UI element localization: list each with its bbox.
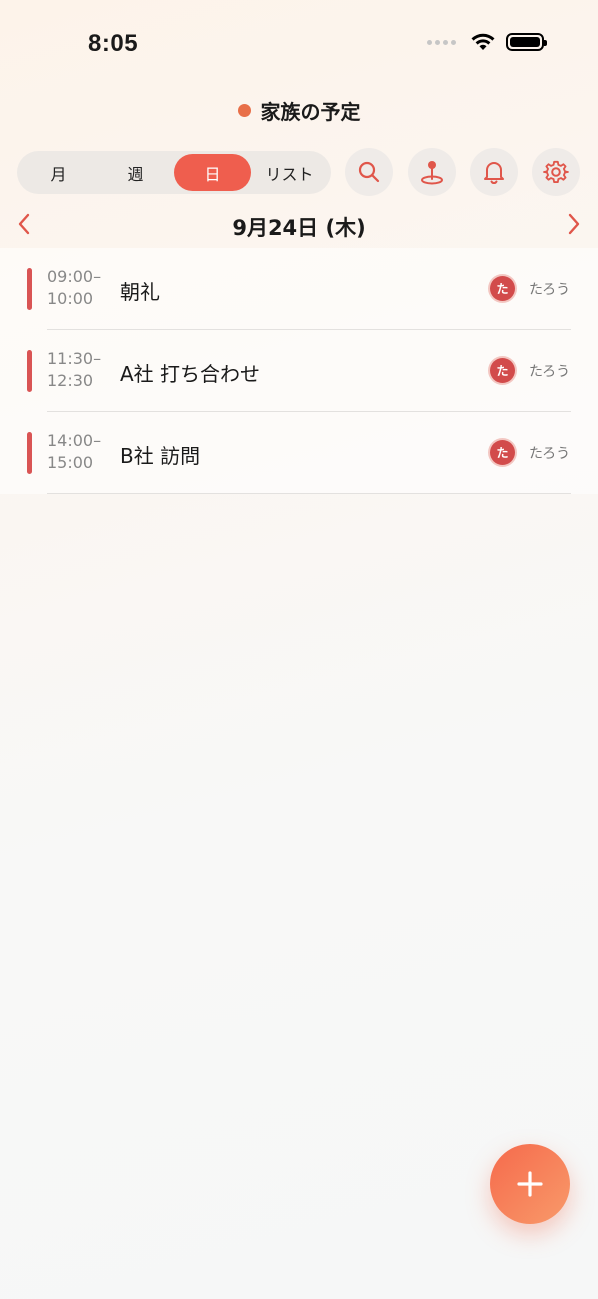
chevron-right-icon <box>568 213 580 235</box>
status-bar: 8:05 <box>0 0 598 90</box>
event-time: 09:00– 10:00 <box>47 266 101 310</box>
event-end-time: 15:00 <box>47 453 94 472</box>
event-row[interactable]: 14:00– 15:00 B社 訪問 た たろう <box>0 412 598 494</box>
calendar-title[interactable]: 家族の予定 <box>0 96 598 125</box>
event-owner: たろう <box>529 446 571 462</box>
event-start-time: 11:30– <box>47 349 102 368</box>
event-color-bar <box>27 432 32 474</box>
status-time: 8:05 <box>88 30 139 57</box>
location-pin-icon <box>421 161 443 185</box>
gear-icon <box>543 160 569 184</box>
event-owner: たろう <box>529 282 571 298</box>
event-start-time: 14:00– <box>47 431 102 450</box>
event-title: B社 訪問 <box>120 444 201 468</box>
event-row[interactable]: 09:00– 10:00 朝礼 た たろう <box>0 248 598 330</box>
calendar-color-dot <box>237 104 251 117</box>
status-icons <box>427 32 547 52</box>
settings-button[interactable] <box>532 148 580 196</box>
row-divider <box>47 493 571 494</box>
event-title: 朝礼 <box>120 280 160 304</box>
next-day-button[interactable] <box>563 211 585 237</box>
location-button[interactable] <box>408 148 456 196</box>
search-icon <box>358 161 380 183</box>
event-owner: たろう <box>529 364 571 380</box>
event-row[interactable]: 11:30– 12:30 A社 打ち合わせ た たろう <box>0 330 598 412</box>
event-start-time: 09:00– <box>47 267 102 286</box>
view-mode-segmented-control: 月 週 日 リスト <box>17 151 331 194</box>
tab-list[interactable]: リスト <box>251 154 328 191</box>
avatar: た <box>490 276 515 301</box>
event-end-time: 12:30 <box>47 371 94 390</box>
event-list: 09:00– 10:00 朝礼 た たろう 11:30– 12:30 A社 打ち… <box>0 248 598 494</box>
battery-icon <box>506 33 547 51</box>
event-title: A社 打ち合わせ <box>120 362 261 386</box>
tab-week[interactable]: 週 <box>97 154 174 191</box>
event-color-bar <box>27 350 32 392</box>
avatar: た <box>490 358 515 383</box>
calendar-title-label: 家族の予定 <box>260 100 361 124</box>
avatar: た <box>490 440 515 465</box>
plus-icon <box>517 1171 543 1197</box>
tab-month[interactable]: 月 <box>20 154 97 191</box>
event-end-time: 10:00 <box>47 289 94 308</box>
date-navigation: 9月24日 (木) <box>0 206 598 242</box>
search-button[interactable] <box>345 148 393 196</box>
event-color-bar <box>27 268 32 310</box>
event-time: 14:00– 15:00 <box>47 430 101 474</box>
signal-dots-icon <box>427 39 456 45</box>
bell-icon <box>484 162 504 184</box>
wifi-icon <box>471 33 495 50</box>
current-date-label: 9月24日 (木) <box>232 216 366 240</box>
notifications-button[interactable] <box>470 148 518 196</box>
event-time: 11:30– 12:30 <box>47 348 101 392</box>
tab-day[interactable]: 日 <box>174 154 251 191</box>
add-event-button[interactable] <box>490 1144 570 1224</box>
